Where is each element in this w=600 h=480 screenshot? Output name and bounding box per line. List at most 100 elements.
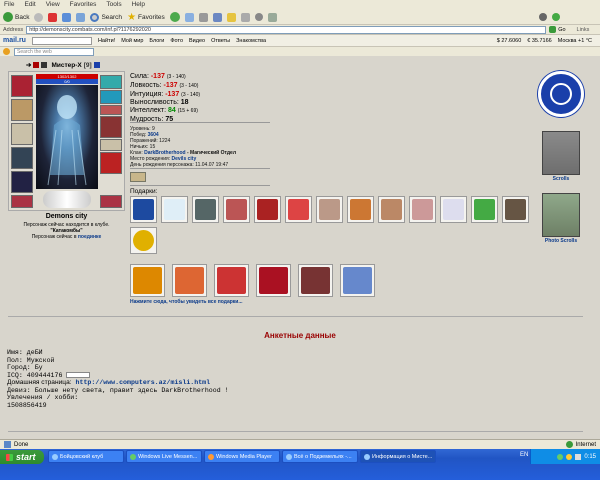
scrolls-icon[interactable] [542,131,580,175]
menu-edit[interactable]: Edit [24,1,35,9]
currency-eur[interactable]: € 35.7166 [527,38,551,44]
research-icon[interactable] [240,12,250,22]
refresh-icon[interactable] [62,12,72,22]
info-icon[interactable] [93,62,100,68]
web-search-input[interactable]: Search the web [14,47,94,56]
task-live-messenger[interactable]: Windows Live Messen... [126,450,202,463]
gift-item[interactable] [298,264,333,297]
gift-item[interactable] [161,196,188,223]
belt-slot[interactable] [11,171,33,193]
weapon-right-slot[interactable] [100,139,122,151]
gift-item[interactable] [254,196,281,223]
address-input[interactable]: http://demonscity.combats.com/inf.pl?117… [26,25,547,34]
gift-item[interactable] [214,264,249,297]
weather[interactable]: Москва +1 °C [558,38,592,44]
gift-item[interactable] [256,264,291,297]
helmet-slot[interactable] [11,75,33,97]
mailru-logo[interactable]: mail.ru [3,37,26,44]
links-button[interactable]: Links [577,27,590,33]
volume-icon[interactable] [575,453,582,460]
menu-view[interactable]: View [46,1,60,9]
legs-slot[interactable] [100,152,122,174]
photo-scrolls-link[interactable]: Photo Scrolls [536,238,586,244]
tray-icon[interactable] [557,453,564,460]
mailru-search-input[interactable] [31,36,92,45]
game-logo-icon[interactable] [538,71,584,117]
gift-item[interactable] [130,227,157,254]
gift-item[interactable] [285,196,312,223]
gift-item[interactable] [172,264,207,297]
tools-icon[interactable] [552,13,560,21]
forward-button[interactable] [34,12,44,22]
menu-tools[interactable]: Tools [106,1,121,9]
gloves-slot[interactable] [100,116,122,138]
ie-icon [286,453,292,460]
back-button[interactable]: Back [3,12,29,22]
favorites-button[interactable]: ★ Favorites [127,12,165,23]
gift-item[interactable] [340,264,375,297]
character-level: [9] [83,61,92,69]
toolbar-extra-icon[interactable] [267,12,277,22]
find-button[interactable]: Найти! [98,38,115,44]
start-button[interactable]: start [0,450,44,464]
task-fight-club[interactable]: Бойцовский клуб [48,450,124,463]
bracer-slot[interactable] [11,99,33,121]
messenger-icon[interactable] [254,13,263,21]
gear-icon[interactable] [539,13,547,21]
menu-help[interactable]: Help [132,1,145,9]
mailru-link-answers[interactable]: Ответы [211,38,230,44]
photo-scrolls-icon[interactable] [542,193,580,237]
stop-icon[interactable] [48,12,58,22]
gift-item[interactable] [440,196,467,223]
go-button[interactable]: Go [549,26,566,33]
gift-item[interactable] [378,196,405,223]
mailru-link-mymir[interactable]: Мой мир [121,38,143,44]
gift-item[interactable] [130,196,157,223]
print-icon[interactable] [198,12,208,22]
history-icon[interactable] [169,12,180,22]
gift-item[interactable] [223,196,250,223]
character-image[interactable] [36,85,98,189]
mail-icon[interactable] [184,12,194,22]
menu-file[interactable]: File [4,1,14,9]
gift-item[interactable] [347,196,374,223]
right-panel: Scrolls Photo Scrolls [536,71,586,246]
rings-slot[interactable] [100,105,122,115]
homepage-link[interactable]: http://www.computers.az/misli.html [76,379,211,386]
weapon-left-slot[interactable] [11,123,33,145]
armor-slot[interactable] [11,147,33,169]
tray-icon[interactable] [566,453,573,460]
boots-slot[interactable] [11,195,33,208]
scrolls-link[interactable]: Scrolls [536,176,586,182]
gift-item[interactable] [316,196,343,223]
gift-item[interactable] [471,196,498,223]
mailru-link-photo[interactable]: Фото [170,38,183,44]
search-toolbar-icon [3,48,10,55]
task-media-player[interactable]: Windows Media Player [204,450,280,463]
character-name[interactable]: Мистер-Х [51,62,81,69]
edit-icon[interactable] [212,12,222,22]
mailru-link-blogs[interactable]: Блоги [149,38,164,44]
discuss-icon[interactable] [226,12,236,22]
clock[interactable]: 0:15 [584,454,596,460]
boots-right-slot[interactable] [100,195,122,208]
mailru-link-dating[interactable]: Знакомства [236,38,266,44]
gift-item[interactable] [409,196,436,223]
currency-usd[interactable]: $ 27.6060 [497,38,521,44]
menu-favorites[interactable]: Favorites [70,1,97,9]
earrings-slot[interactable] [100,75,122,89]
clan-emblem-icon[interactable] [130,172,146,182]
mailru-link-video[interactable]: Видео [189,38,205,44]
gift-item[interactable] [192,196,219,223]
gifts-all-link[interactable]: Нажмите сюда, чтобы увидеть все подарки.… [130,299,243,305]
gift-item[interactable] [502,196,529,223]
home-icon[interactable] [76,12,86,22]
amulet-slot[interactable] [100,90,122,104]
search-button[interactable]: Search [90,12,122,22]
language-indicator[interactable]: EN [520,452,528,458]
location-link[interactable]: поединке [78,234,101,240]
task-dungeons[interactable]: Всё о Подземельях -... [282,450,358,463]
city-name: Demons city [45,213,88,220]
gift-item[interactable] [130,264,165,297]
task-info-page[interactable]: Информация о Мисте... [360,450,436,463]
